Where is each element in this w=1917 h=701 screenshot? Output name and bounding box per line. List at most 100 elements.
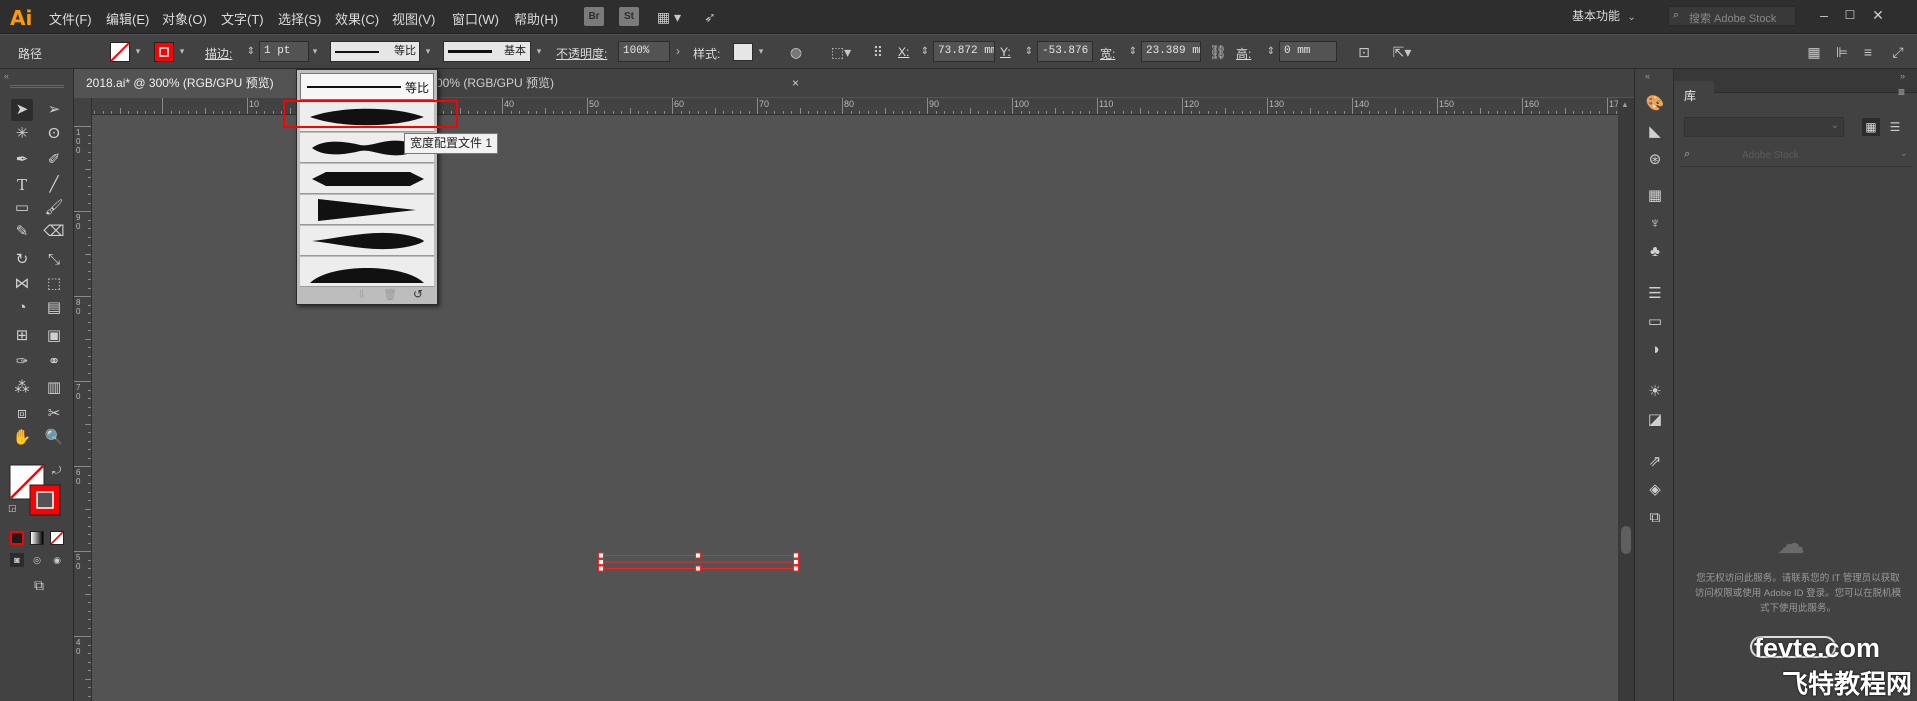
expand-panels-icon[interactable]: « [1645,71,1650,81]
color-panel-icon[interactable]: 🎨 [1644,93,1666,115]
symbol-sprayer-tool-icon[interactable]: ⁂ [11,377,33,399]
stroke-dropdown-icon[interactable]: ▾ [176,42,188,61]
graphic-style-swatch[interactable] [733,43,753,61]
asset-export-icon[interactable]: ⇗ [1644,451,1666,473]
height-label[interactable]: 高: [1236,45,1251,62]
stroke-weight-dropdown-icon[interactable]: ▾ [309,42,321,61]
swap-fill-stroke-icon[interactable]: ⤾ [52,465,61,478]
style-dropdown-icon[interactable]: ▾ [755,42,767,61]
width-stepper[interactable]: ⇕ [1128,43,1138,61]
brush-dropdown-icon[interactable]: ▾ [533,42,545,61]
zoom-tool-icon[interactable]: 🔍 [43,427,65,449]
isolate-icon[interactable]: ⇱▾ [1385,43,1419,61]
gradient-tool-icon[interactable]: ▣ [43,325,65,347]
width-profile-6-option[interactable] [300,257,434,287]
mesh-tool-icon[interactable]: ⊞ [11,325,33,347]
width-label[interactable]: 宽: [1100,45,1115,62]
type-tool-icon[interactable]: T [11,174,33,196]
opacity-field[interactable]: 100% [618,41,670,62]
width-profile-3-option[interactable] [300,164,434,194]
library-select[interactable]: ⌄ [1684,117,1844,137]
stroke-weight-field[interactable]: 1 pt [259,41,309,62]
tools-grip[interactable] [10,85,64,88]
artboard-tool-icon[interactable]: ⧈ [11,403,33,425]
hand-tool-icon[interactable]: ✋ [11,427,33,449]
libraries-tab[interactable]: 库 [1674,81,1714,107]
vertical-scrollbar[interactable]: ▲ [1618,98,1634,701]
minimize-icon[interactable]: – [1816,6,1832,24]
eyedropper-tool-icon[interactable]: ✑ [11,351,33,373]
scroll-up-icon[interactable]: ▲ [1621,100,1629,109]
stroke-stepper[interactable]: ⇕ [246,43,256,61]
grid-view-icon[interactable]: ▦ [1862,118,1880,136]
recolor-artwork-icon[interactable]: ◍ [786,43,806,61]
selection-tool-icon[interactable]: ➤ [11,99,33,121]
gradient-panel-icon[interactable]: ▭ [1644,311,1666,333]
transparency-icon[interactable]: ◑ [1644,339,1666,361]
stroke-label[interactable]: 描边: [205,45,232,62]
shape-builder-tool-icon[interactable]: ◔ [11,297,33,319]
brush-definition-field[interactable]: 基本 [443,41,531,62]
brushes-icon[interactable]: ♆ [1644,213,1666,235]
height-field[interactable]: 0 mm [1279,41,1337,62]
maximize-icon[interactable]: ☐ [1842,6,1858,24]
opacity-label[interactable]: 不透明度: [556,45,607,62]
variable-width-profile-field[interactable]: 等比 [330,41,420,62]
width-field[interactable]: 23.389 mm [1141,41,1201,62]
appearance-icon[interactable]: ☀ [1644,381,1666,403]
perspective-grid-tool-icon[interactable]: ▤ [43,297,65,319]
symbols-icon[interactable]: ♣ [1644,241,1666,263]
color-mode-icon[interactable] [10,531,24,545]
gpu-rocket-icon[interactable]: ➶ [700,8,720,26]
constrain-proportions-icon[interactable]: ⛓ [1208,43,1228,61]
fill-swatch[interactable] [110,42,130,62]
arrange-documents-icon[interactable]: ▦ ▾ [652,8,686,26]
panel-options-icon[interactable]: ▦ [1804,43,1824,61]
paintbrush-tool-icon[interactable]: 🖌 [43,197,65,219]
line-segment-tool-icon[interactable]: ╱ [43,174,65,196]
magic-wand-tool-icon[interactable]: ✳ [11,123,33,145]
slice-tool-icon[interactable]: ✂ [43,403,65,425]
swatches-icon[interactable]: ▦ [1644,185,1666,207]
blend-tool-icon[interactable]: ⚭ [43,351,65,373]
profile-dropdown-icon[interactable]: ▾ [422,42,434,61]
shaper-tool-icon[interactable]: ✎ [11,221,33,243]
curvature-tool-icon[interactable]: ✐ [43,149,65,171]
default-colors-icon[interactable]: ◲ [8,503,17,514]
transform-icon[interactable]: ⊡ [1354,43,1374,61]
reference-point-icon[interactable]: ⠿ [868,43,888,61]
stroke-panel-icon[interactable]: ☰ [1644,283,1666,305]
menu-type[interactable]: 文字(T) [221,9,264,28]
y-field[interactable]: -53.876 m [1037,41,1093,62]
control-bar-menu-icon[interactable]: ≡ [1858,43,1878,61]
rotate-tool-icon[interactable]: ↻ [11,249,33,271]
list-view-icon[interactable]: ☰ [1886,118,1904,136]
scrollbar-thumb[interactable] [1621,526,1631,554]
x-stepper[interactable]: ⇕ [920,43,930,61]
align-panel-icon[interactable]: ⊫ [1832,43,1852,61]
free-transform-tool-icon[interactable]: ⬚ [43,273,65,295]
height-stepper[interactable]: ⇕ [1266,43,1276,61]
close-icon[interactable]: ✕ [1870,6,1886,24]
menu-effect[interactable]: 效果(C) [335,9,379,28]
pen-tool-icon[interactable]: ✒ [11,149,33,171]
graph-tool-icon[interactable]: ▥ [43,377,65,399]
menu-select[interactable]: 选择(S) [278,9,321,28]
layers-icon[interactable]: ◈ [1644,479,1666,501]
recolor-icon[interactable]: ⊛ [1644,149,1666,171]
stock-button[interactable]: St [619,7,639,26]
reset-profiles-icon[interactable]: ↺ [413,287,423,301]
profile-uniform-option[interactable]: 等比 [300,73,434,100]
lasso-tool-icon[interactable]: ʘ [43,123,65,145]
color-guide-icon[interactable]: ◣ [1644,121,1666,143]
align-to-icon[interactable]: ⬚▾ [826,43,856,61]
draw-inside-icon[interactable]: ◉ [50,553,64,567]
gradient-mode-icon[interactable] [30,531,44,545]
library-search[interactable]: ⌕ Adobe Stock ⌄ [1680,145,1912,167]
expand-icon[interactable]: ⤢ [1888,43,1908,61]
width-profile-4-option[interactable] [300,195,434,225]
tab-close-icon[interactable]: × [792,69,799,97]
collapse-panel-icon[interactable]: « [4,71,64,81]
screen-mode-icon[interactable]: ⧉ [28,577,50,595]
menu-object[interactable]: 对象(O) [162,9,207,28]
